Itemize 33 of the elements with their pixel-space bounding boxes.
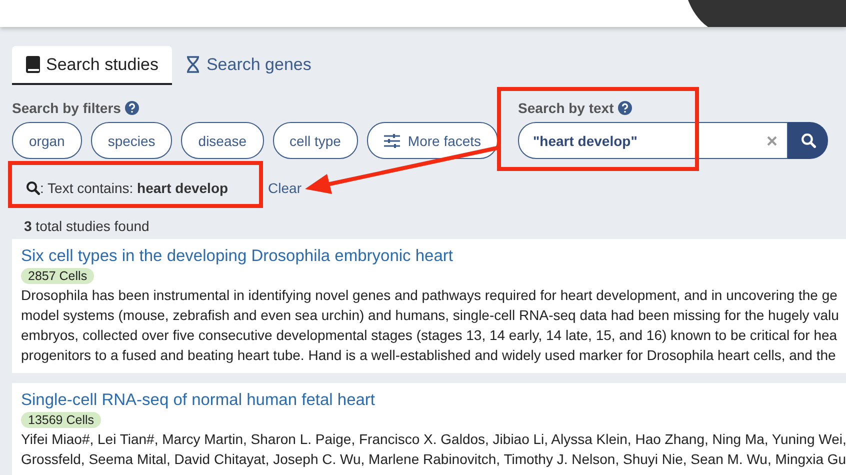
clear-link[interactable]: Clear — [268, 180, 302, 196]
search-button[interactable] — [788, 122, 828, 159]
tab[interactable]: Search genes — [172, 46, 326, 85]
facet-button[interactable]: species — [90, 122, 172, 159]
study-text: Yifei Miao#, Lei Tian#, Marcy Martin, Sharon L. Paige, Francisco X. Galdos, Jibiao Li, Alyssa Klein, Hao Zhang, Ning Ma, Yuning Wei, — [21, 430, 846, 449]
help-icon[interactable] — [618, 101, 632, 115]
facet-button[interactable]: cell type — [272, 122, 358, 159]
tab[interactable]: Search studies — [12, 46, 172, 85]
search-input[interactable]: "heart develop" — [531, 132, 736, 150]
study-text: model systems (mouse, zebrafish and even sea urchin) and humans, single-cell RNA-seq data had been missing for the hugely valu — [21, 306, 840, 325]
filters-label: Search by filters — [12, 100, 121, 116]
search-icon — [800, 133, 816, 148]
results-count: 3 total studies found — [24, 218, 150, 234]
more-facets-button[interactable]: More facets — [366, 122, 498, 159]
search-icon — [26, 181, 40, 195]
study-title[interactable]: Six cell types in the developing Drosophila embryonic heart — [21, 246, 846, 266]
study-text: Grossfeld, Seema Mital, David Chitayat, Joseph C. Wu, Marlene Rabinovitch, Timothy J. Nelson, Shuyi Nie, Sean M. Wu, Mingxia Gu — [21, 450, 846, 469]
facet-button[interactable]: disease — [181, 122, 264, 159]
filter-text: : Text contains: heart develop — [40, 180, 228, 196]
search-field[interactable]: "heart develop" — [518, 122, 788, 159]
study-title[interactable]: Single-cell RNA-seq of normal human fetal heart — [21, 390, 846, 410]
text-search-label: Search by text — [518, 100, 614, 116]
study-text: embryos, collected over five consecutive developmental stages (stages 13, 14 early, 14 late, 15, and 16) known to be critical for hea — [21, 326, 838, 345]
help-icon[interactable] — [124, 101, 139, 115]
clear-icon[interactable] — [767, 136, 778, 146]
cell-count-badge: 13569 Cells — [21, 412, 102, 428]
facet-button[interactable]: organ — [12, 122, 82, 159]
cell-count-badge: 2857 Cells — [21, 268, 94, 284]
study-text: Drosophila has been instrumental in identifying novel genes and pathways required for heart development, and in uncovering the ge — [21, 286, 838, 305]
hourglass-icon — [186, 56, 200, 73]
sliders-icon — [384, 134, 400, 148]
study-text: progenitors to a fused and beating heart tube. Hand is a well-established and widely used marker for Drosophila heart cells, and the — [21, 346, 837, 365]
book-icon — [26, 56, 40, 73]
